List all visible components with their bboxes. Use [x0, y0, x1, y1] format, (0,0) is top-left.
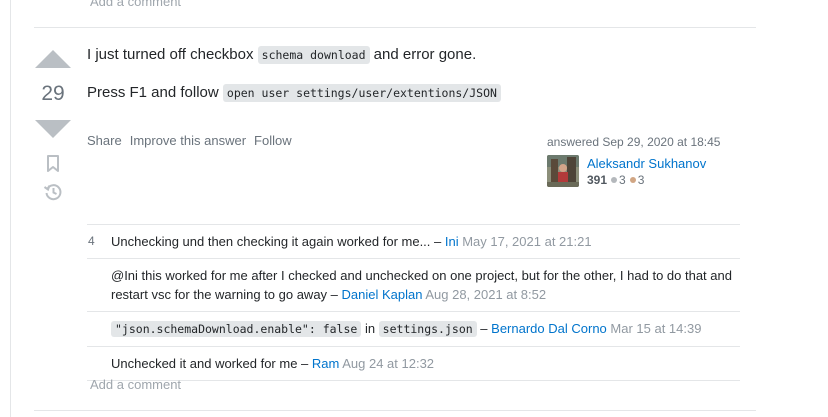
comment: 4 Unchecking und then checking it again …	[87, 224, 740, 258]
share-link[interactable]: Share	[87, 133, 122, 148]
divider-bottom	[34, 410, 756, 411]
comment-date[interactable]: Aug 28, 2021 at 8:52	[422, 287, 546, 302]
silver-badge-count: 3	[619, 173, 626, 187]
comment-body: @Ini this worked for me after I checked …	[111, 266, 740, 304]
comment-user-link[interactable]: Daniel Kaplan	[342, 287, 423, 302]
comment: @Ini this worked for me after I checked …	[87, 258, 740, 311]
comment-body: Unchecking und then checking it again wo…	[111, 232, 740, 251]
comment-body: "json.schemaDownload.enable": false in s…	[111, 319, 740, 339]
vote-count: 29	[41, 82, 65, 105]
bronze-badge-icon	[629, 177, 636, 184]
left-border	[10, 0, 11, 417]
comment-date[interactable]: Mar 15 at 14:39	[607, 321, 701, 336]
silver-badge-icon	[611, 177, 618, 184]
user-details: Aleksandr Sukhanov 391 3 3	[587, 155, 706, 189]
comments-list: 4 Unchecking und then checking it again …	[87, 224, 740, 381]
inline-code-settings-path: open user settings/user/extentions/JSON	[222, 84, 501, 102]
comment: "json.schemaDownload.enable": false in s…	[87, 311, 740, 346]
history-icon	[43, 184, 62, 201]
answer-body: I just turned off checkbox schema downlo…	[87, 45, 747, 121]
bookmark-icon	[47, 155, 59, 172]
comment-text: Unchecked it and worked for me –	[111, 356, 312, 371]
bookmark-button[interactable]	[43, 154, 63, 174]
comment-score	[87, 319, 111, 339]
comment-score	[87, 354, 111, 373]
comment-date[interactable]: May 17, 2021 at 21:21	[459, 234, 591, 249]
para1-text-before: I just turned off checkbox	[87, 46, 258, 63]
triangle-up-icon[interactable]	[35, 50, 71, 68]
user-signature: answered Sep 29, 2020 at 18:45 Aleksandr…	[547, 135, 747, 189]
add-comment-link[interactable]: Add a comment	[90, 377, 181, 392]
comment: Unchecked it and worked for me – Ram Aug…	[87, 346, 740, 380]
answer-paragraph-1: I just turned off checkbox schema downlo…	[87, 45, 747, 65]
comment-score: 4	[88, 234, 95, 248]
vote-cell: 29	[34, 50, 72, 202]
reputation-line: 391 3 3	[587, 172, 706, 189]
follow-link[interactable]: Follow	[254, 133, 292, 148]
comments-divider	[87, 380, 740, 381]
user-name-link[interactable]: Aleksandr Sukhanov	[587, 155, 706, 172]
comment-text: Unchecking und then checking it again wo…	[111, 234, 445, 249]
reputation-score: 391	[587, 173, 608, 187]
comment-text-in: in	[361, 321, 379, 336]
answer-paragraph-2: Press F1 and follow open user settings/u…	[87, 83, 747, 103]
comment-code-file: settings.json	[378, 321, 477, 337]
para2-text-before: Press F1 and follow	[87, 84, 223, 101]
avatar-image	[547, 155, 579, 187]
avatar[interactable]	[547, 155, 579, 187]
para1-text-after: and error gone.	[369, 46, 477, 63]
comment-date[interactable]: Aug 24 at 12:32	[339, 356, 434, 371]
answered-timestamp[interactable]: answered Sep 29, 2020 at 18:45	[547, 135, 747, 149]
triangle-down-icon[interactable]	[35, 120, 71, 138]
comment-user-link[interactable]: Bernardo Dal Corno	[491, 321, 607, 336]
comment-user-link[interactable]: Ram	[312, 356, 339, 371]
comment-code-setting: "json.schemaDownload.enable": false	[111, 321, 362, 337]
improve-answer-link[interactable]: Improve this answer	[130, 133, 246, 148]
comment-separator: –	[476, 321, 492, 336]
divider-top	[34, 27, 756, 28]
add-comment-link-top[interactable]: Add a comment	[90, 0, 181, 9]
post-menu: Share Improve this answer Follow	[87, 133, 292, 148]
user-info: Aleksandr Sukhanov 391 3 3	[547, 155, 747, 189]
bronze-badge-count: 3	[637, 173, 645, 187]
comment-user-link[interactable]: Ini	[445, 234, 459, 249]
history-button[interactable]	[43, 182, 63, 202]
comment-body: Unchecked it and worked for me – Ram Aug…	[111, 354, 740, 373]
comment-score	[87, 266, 111, 304]
inline-code-schema-download: schema download	[257, 46, 370, 64]
